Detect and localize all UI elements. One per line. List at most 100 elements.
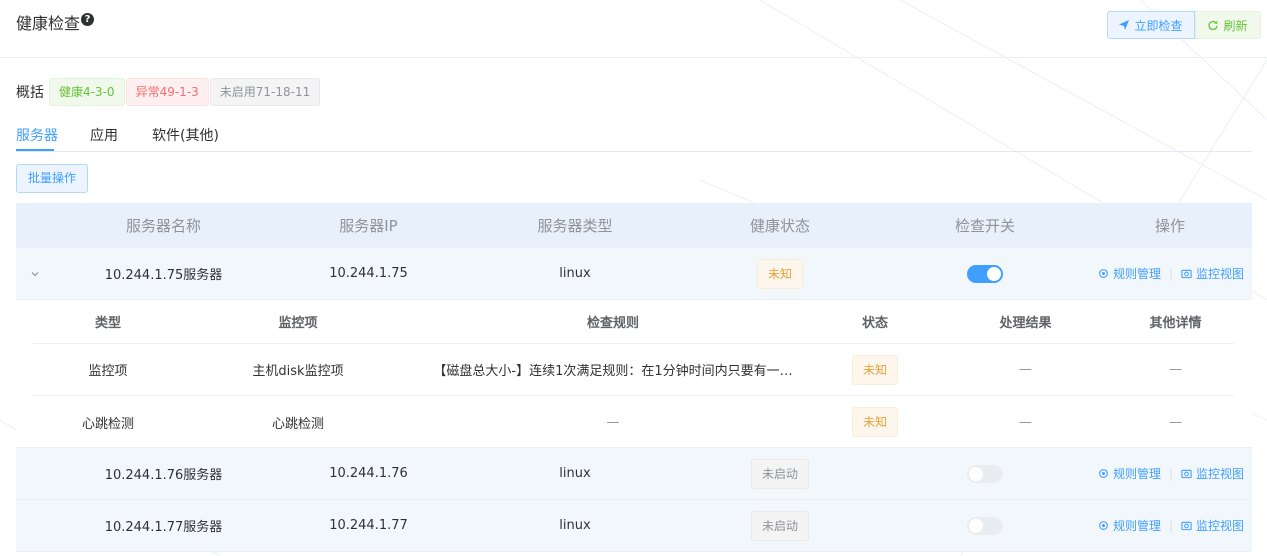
process-result: — xyxy=(1019,362,1032,377)
check-rule: — xyxy=(606,414,620,430)
page-header: 健康检查 ? 立即检查 刷新 xyxy=(0,0,1267,58)
sub-column-result: 处理结果 xyxy=(999,316,1052,331)
column-header-server-name: 服务器名称 xyxy=(125,217,201,235)
category-tabs: 服务器 应用 软件(其他) xyxy=(16,120,1252,152)
process-result: — xyxy=(1019,414,1032,430)
monitor-item: 心跳检测 xyxy=(271,416,324,432)
check-toggle[interactable] xyxy=(967,264,1003,283)
active-tab-indicator xyxy=(16,149,54,151)
check-now-button[interactable]: 立即检查 xyxy=(1107,11,1195,39)
server-ip: 10.244.1.75 xyxy=(329,266,408,281)
refresh-button[interactable]: 刷新 xyxy=(1195,11,1261,39)
operation-cell: 规则管理 | 监控视图 xyxy=(1091,248,1251,299)
gear-icon xyxy=(1099,521,1108,530)
refresh-label: 刷新 xyxy=(1223,18,1248,33)
refresh-icon xyxy=(1208,20,1219,30)
sub-table-row: 心跳检测 心跳检测 — 未知 — — xyxy=(33,396,1234,448)
overview-bar: 概括 健康4-3-0 异常49-1-3 未启用71-18-11 xyxy=(16,78,321,106)
tab-server[interactable]: 服务器 xyxy=(16,125,58,145)
question-circle-icon[interactable]: ? xyxy=(81,13,94,26)
column-header-health-status: 健康状态 xyxy=(749,217,810,235)
server-name: 10.244.1.75服务器 xyxy=(104,268,223,283)
page-title: 健康检查 xyxy=(16,14,81,33)
monitor-view-link[interactable]: 监控视图 xyxy=(1181,517,1244,534)
table-row: 10.244.1.77服务器 10.244.1.77 linux 未启动 规则管… xyxy=(16,500,1252,552)
column-header-server-type: 服务器类型 xyxy=(537,217,613,235)
status-badge: 未知 xyxy=(851,354,898,385)
camera-icon xyxy=(1181,269,1192,279)
column-header-operation: 操作 xyxy=(1154,217,1185,235)
server-table: 服务器名称 服务器IP 服务器类型 健康状态 检查开关 操作 10.244.1.… xyxy=(16,203,1252,552)
send-icon xyxy=(1119,20,1130,30)
abnormal-count-tag[interactable]: 异常49-1-3 xyxy=(125,78,209,106)
sub-column-monitor-item: 监控项 xyxy=(278,316,318,331)
monitor-view-label: 监控视图 xyxy=(1196,267,1245,281)
divider: | xyxy=(1168,518,1174,533)
monitor-type: 心跳检测 xyxy=(81,416,134,432)
server-name: 10.244.1.76服务器 xyxy=(104,468,223,483)
sub-column-check-rule: 检查规则 xyxy=(586,316,639,331)
server-type: linux xyxy=(559,466,591,481)
health-status-cell: 未启动 xyxy=(706,448,854,499)
health-status-cell: 未知 xyxy=(706,248,854,299)
healthy-count-tag[interactable]: 健康4-3-0 xyxy=(49,78,125,106)
monitor-view-link[interactable]: 监控视图 xyxy=(1181,265,1244,282)
other-details: — xyxy=(1169,414,1182,430)
tab-application[interactable]: 应用 xyxy=(90,125,118,145)
monitor-view-label: 监控视图 xyxy=(1196,519,1245,533)
camera-icon xyxy=(1181,469,1192,479)
monitor-type: 监控项 xyxy=(88,364,128,379)
check-switch-cell xyxy=(901,500,1069,551)
operation-cell: 规则管理 | 监控视图 xyxy=(1091,500,1251,551)
table-row: 10.244.1.75服务器 10.244.1.75 linux 未知 规则管理… xyxy=(16,248,1252,300)
rule-management-link[interactable]: 规则管理 xyxy=(1098,265,1161,282)
rule-management-label: 规则管理 xyxy=(1112,467,1161,481)
expanded-detail: 类型 监控项 检查规则 状态 处理结果 其他详情 监控项 主机disk监控项 【… xyxy=(16,300,1252,448)
status-badge: 未知 xyxy=(851,407,898,437)
sub-table-row: 监控项 主机disk监控项 【磁盘总大小-】连续1次满足规则：在1分钟时间内只要… xyxy=(33,344,1234,396)
sub-column-type: 类型 xyxy=(94,316,121,331)
divider: | xyxy=(1168,266,1174,281)
sub-column-status: 状态 xyxy=(861,316,888,331)
check-rule: 【磁盘总大小-】连续1次满足规则：在1分钟时间内只要有一… xyxy=(433,364,793,379)
tab-software-other[interactable]: 软件(其他) xyxy=(152,125,219,145)
sub-status-cell: 未知 xyxy=(833,344,917,395)
rule-management-link[interactable]: 规则管理 xyxy=(1098,517,1161,534)
server-ip: 10.244.1.76 xyxy=(329,466,408,481)
monitor-item: 主机disk监控项 xyxy=(252,364,344,379)
gear-icon xyxy=(1099,469,1108,478)
server-type: linux xyxy=(559,518,591,533)
table-row: 10.244.1.76服务器 10.244.1.76 linux 未启动 规则管… xyxy=(16,448,1252,500)
column-header-check-switch: 检查开关 xyxy=(954,217,1015,235)
other-details: — xyxy=(1169,362,1182,377)
check-rule-cell: 【磁盘总大小-】连续1次满足规则：在1分钟时间内只要有一… xyxy=(413,344,813,395)
check-toggle[interactable] xyxy=(967,464,1003,483)
server-name: 10.244.1.77服务器 xyxy=(104,520,223,535)
rule-management-label: 规则管理 xyxy=(1112,267,1161,281)
status-badge: 未启动 xyxy=(750,458,809,489)
batch-operation-button[interactable]: 批量操作 xyxy=(16,164,88,193)
table-header: 服务器名称 服务器IP 服务器类型 健康状态 检查开关 操作 xyxy=(16,203,1252,248)
check-switch-cell xyxy=(901,448,1069,499)
gear-icon xyxy=(1099,269,1108,278)
camera-icon xyxy=(1181,521,1192,531)
server-ip: 10.244.1.77 xyxy=(329,518,408,533)
check-now-label: 立即检查 xyxy=(1134,18,1183,33)
rule-management-label: 规则管理 xyxy=(1112,519,1161,533)
sub-status-cell: 未知 xyxy=(833,396,917,448)
rule-management-link[interactable]: 规则管理 xyxy=(1098,465,1161,482)
monitor-view-label: 监控视图 xyxy=(1196,467,1245,481)
sub-column-detail: 其他详情 xyxy=(1149,316,1202,331)
overview-label: 概括 xyxy=(16,85,44,101)
sub-table-header: 类型 监控项 检查规则 状态 处理结果 其他详情 xyxy=(33,300,1234,344)
server-type: linux xyxy=(559,266,591,281)
status-badge: 未知 xyxy=(756,258,803,289)
chevron-down-icon[interactable] xyxy=(30,248,40,299)
check-toggle[interactable] xyxy=(967,516,1003,535)
health-status-cell: 未启动 xyxy=(706,500,854,551)
disabled-count-tag[interactable]: 未启用71-18-11 xyxy=(209,78,321,106)
divider: | xyxy=(1168,466,1174,481)
status-badge: 未启动 xyxy=(750,510,809,541)
monitor-view-link[interactable]: 监控视图 xyxy=(1181,465,1244,482)
column-header-server-ip: 服务器IP xyxy=(339,217,398,235)
